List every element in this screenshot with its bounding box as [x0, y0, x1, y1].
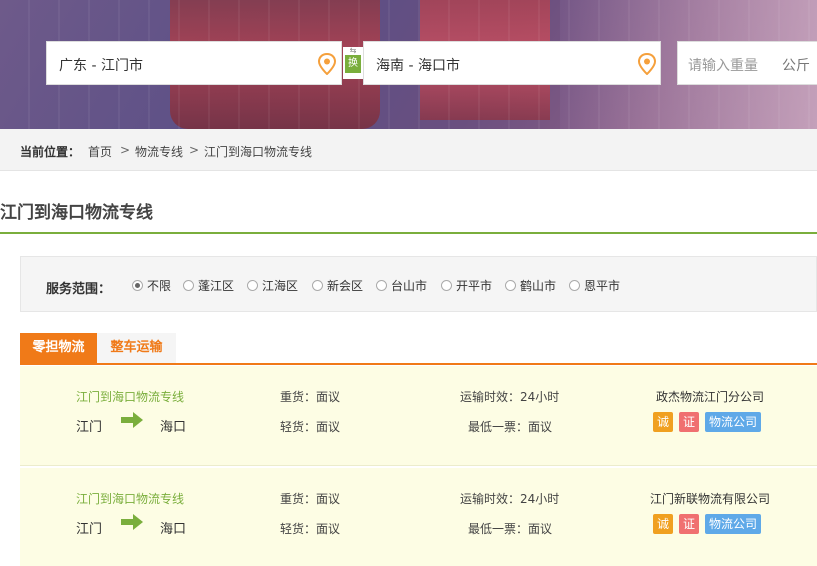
- tab-full-truckload[interactable]: 整车运输: [97, 333, 176, 363]
- filter-option-kaiping[interactable]: 开平市: [441, 277, 492, 293]
- company-type-badge: 物流公司: [705, 412, 762, 432]
- filter-option-heshan[interactable]: 鹤山市: [505, 277, 556, 293]
- light-cargo-price: 轻货：面议: [280, 522, 341, 536]
- radio-icon[interactable]: [247, 279, 258, 291]
- breadcrumb-home[interactable]: 首页: [88, 143, 112, 160]
- right-arrow-icon: [121, 412, 143, 428]
- radio-icon[interactable]: [569, 279, 580, 291]
- company-badges: 诚 证 物流公司: [653, 514, 762, 534]
- radio-icon[interactable]: [441, 279, 452, 291]
- right-arrow-icon: [121, 514, 143, 530]
- filter-option-pengjiang[interactable]: 蓬江区: [183, 277, 234, 293]
- breadcrumb-separator: >: [189, 143, 200, 157]
- breadcrumb: 当前位置： 首页 > 物流专线 > 江门到海口物流专线: [0, 129, 817, 171]
- radio-icon[interactable]: [183, 279, 194, 291]
- radio-selected-icon[interactable]: [132, 279, 143, 291]
- weight-input[interactable]: 请输入重量 公斤: [677, 41, 817, 85]
- filter-label: 服务范围：: [46, 282, 112, 297]
- route-origin: 江门: [76, 420, 103, 435]
- radio-icon[interactable]: [312, 279, 323, 291]
- filter-option-taishan[interactable]: 台山市: [376, 277, 427, 293]
- service-scope-filter: 服务范围： 不限 蓬江区 江海区 新会区 台山市 开平市 鹤山市 恩平市: [20, 256, 817, 312]
- company-name-link[interactable]: 江门新联物流有限公司: [650, 490, 810, 507]
- origin-value: 广东 - 江门市: [59, 58, 143, 74]
- destination-input[interactable]: 海南 - 海口市: [363, 41, 661, 85]
- origin-input[interactable]: 广东 - 江门市: [46, 41, 342, 85]
- breadcrumb-lines[interactable]: 物流专线: [135, 143, 183, 160]
- page-title: 江门到海口物流专线: [0, 203, 153, 223]
- heavy-cargo-price: 重货：面议: [280, 390, 341, 404]
- swap-icon: 换: [345, 55, 361, 73]
- route-destination: 海口: [160, 522, 187, 537]
- service-tabs: 零担物流 整车运输: [20, 333, 817, 365]
- destination-value: 海南 - 海口市: [376, 58, 460, 74]
- swap-arrows-icon: ⇆: [349, 46, 357, 55]
- radio-icon[interactable]: [376, 279, 387, 291]
- heavy-cargo-price: 重货：面议: [280, 492, 341, 506]
- weight-unit: 公斤: [782, 58, 810, 74]
- company-badges: 诚 证 物流公司: [653, 412, 762, 432]
- minimum-charge: 最低一票：面议: [468, 420, 553, 434]
- route-title-link[interactable]: 江门到海口物流专线: [76, 388, 184, 405]
- minimum-charge: 最低一票：面议: [468, 522, 553, 536]
- location-pin-icon[interactable]: [637, 53, 657, 75]
- route-origin: 江门: [76, 522, 103, 537]
- swap-button[interactable]: ⇆ 换: [343, 47, 363, 79]
- filter-option-xinhui[interactable]: 新会区: [312, 277, 363, 293]
- company-type-badge: 物流公司: [705, 514, 762, 534]
- radio-icon[interactable]: [505, 279, 516, 291]
- filter-option-all[interactable]: 不限: [132, 277, 171, 293]
- filter-option-enping[interactable]: 恩平市: [569, 277, 620, 293]
- transit-time: 运输时效：24小时: [460, 390, 560, 404]
- transit-time: 运输时效：24小时: [460, 492, 560, 506]
- breadcrumb-separator: >: [120, 143, 131, 157]
- filter-option-jianghai[interactable]: 江海区: [247, 277, 298, 293]
- title-divider: [0, 232, 817, 234]
- integrity-badge: 诚: [653, 412, 673, 432]
- route-title-link[interactable]: 江门到海口物流专线: [76, 490, 184, 507]
- certified-badge: 证: [679, 412, 699, 432]
- location-pin-icon[interactable]: [317, 53, 337, 75]
- route-destination: 海口: [160, 420, 187, 435]
- breadcrumb-current: 江门到海口物流专线: [204, 145, 313, 159]
- listing-row[interactable]: 江门到海口物流专线 江门 海口 重货：面议 轻货：面议 运输时效：24小时 最低…: [20, 366, 817, 466]
- integrity-badge: 诚: [653, 514, 673, 534]
- tab-ltl-logistics[interactable]: 零担物流: [20, 333, 97, 363]
- company-name-link[interactable]: 政杰物流江门分公司: [656, 388, 816, 405]
- weight-placeholder: 请输入重量: [688, 58, 758, 74]
- listing-row[interactable]: 江门到海口物流专线 江门 海口 重货：面议 轻货：面议 运输时效：24小时 最低…: [20, 468, 817, 566]
- certified-badge: 证: [679, 514, 699, 534]
- light-cargo-price: 轻货：面议: [280, 420, 341, 434]
- breadcrumb-label: 当前位置：: [20, 145, 81, 159]
